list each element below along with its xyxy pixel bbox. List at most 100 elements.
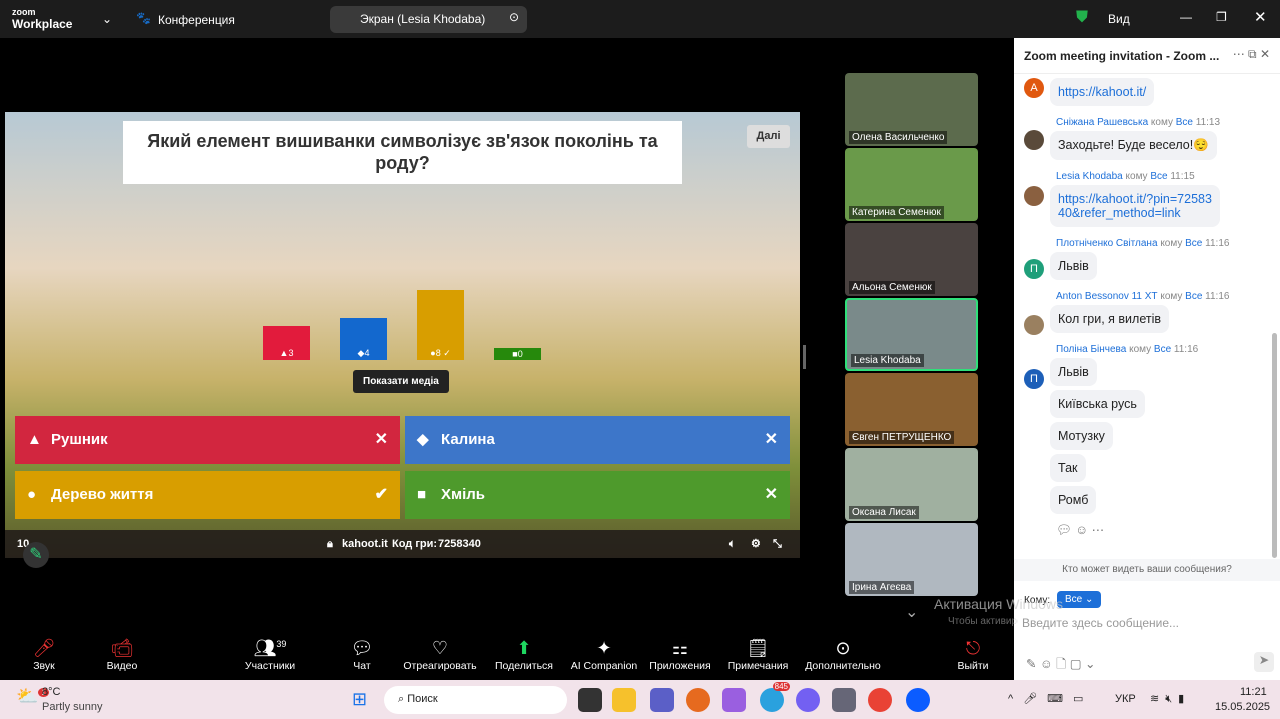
- copilot-icon[interactable]: [722, 688, 746, 712]
- windows-activation-watermark: Активация Windows: [934, 596, 1064, 612]
- gallery-scroll-down-icon[interactable]: ⌄: [905, 602, 918, 622]
- settings-icon[interactable]: [832, 688, 856, 712]
- wrong-icon: ✕: [374, 431, 388, 448]
- resize-handle[interactable]: [803, 345, 806, 369]
- chrome-icon[interactable]: [868, 688, 892, 712]
- message-meta: Lesia Khodaba кому Все 11:15: [1056, 171, 1195, 182]
- video-tile[interactable]: Ірина Агеєва: [845, 523, 978, 596]
- avatar: П: [1024, 369, 1044, 389]
- teams-icon[interactable]: [650, 688, 674, 712]
- view-button[interactable]: Вид: [1108, 12, 1130, 26]
- shield-icon[interactable]: ⛊: [1076, 9, 1088, 27]
- chat-scrollbar[interactable]: [1272, 333, 1277, 558]
- video-tile[interactable]: Олена Васильченко: [845, 73, 978, 146]
- send-button[interactable]: ➤: [1254, 652, 1274, 672]
- screen-share-label: Экран (Lesia Khodaba): [360, 12, 486, 26]
- recipient-select[interactable]: Все ⌄: [1057, 591, 1102, 608]
- language-indicator[interactable]: УКР: [1115, 693, 1136, 705]
- message-link[interactable]: https://kahoot.it/: [1058, 85, 1146, 99]
- clock-date[interactable]: 15.05.2025: [1215, 701, 1270, 713]
- zoom-logo[interactable]: zoom Workplace: [12, 6, 72, 30]
- next-button[interactable]: Далі: [747, 125, 790, 148]
- bar-diamond: ◆4: [340, 318, 387, 360]
- question-text: Який елемент вишиванки символізує зв'язо…: [123, 121, 682, 184]
- weather-text[interactable]: Partly sunny: [42, 701, 103, 713]
- message-meta: Сніжана Рашевська кому Все 11:13: [1056, 117, 1221, 128]
- zoom-icon[interactable]: [906, 688, 930, 712]
- video-tile[interactable]: Катерина Семенюк: [845, 148, 978, 221]
- close-icon[interactable]: ✕: [1254, 8, 1267, 26]
- avatar: A: [1024, 78, 1044, 98]
- more-icon[interactable]: ⊙: [509, 10, 519, 24]
- firefox-icon[interactable]: [686, 688, 710, 712]
- answer-square: ■ Хміль ✕: [405, 471, 790, 519]
- message: Львів: [1050, 358, 1097, 386]
- react-button[interactable]: ♡ Отреагировать: [400, 638, 480, 672]
- video-tile[interactable]: Оксана Лисак: [845, 448, 978, 521]
- settings-icon[interactable]: ⚙: [751, 530, 761, 558]
- network-volume-battery-icons[interactable]: ≋🔇︎▮: [1150, 692, 1190, 706]
- lock-icon: 🔒︎: [327, 538, 333, 550]
- app-icon[interactable]: [578, 688, 602, 712]
- explorer-icon[interactable]: [612, 688, 636, 712]
- leave-button[interactable]: ⎋ Выйти: [933, 638, 1013, 672]
- chat-header: Zoom meeting invitation - Zoom ... ⋯ ⧉ ✕: [1014, 38, 1280, 74]
- chevron-down-icon[interactable]: ⌄: [102, 12, 112, 26]
- answer-circle: ● Дерево життя ✔: [15, 471, 400, 519]
- message: Так: [1050, 454, 1086, 482]
- meeting-label[interactable]: Конференция: [158, 13, 235, 27]
- message-link[interactable]: https://kahoot.it/?pin=7258340&refer_met…: [1058, 192, 1212, 220]
- audio-button[interactable]: 🎤︎ Звук: [4, 638, 84, 672]
- message-actions[interactable]: 💬︎ ☺ ⋯: [1056, 522, 1270, 538]
- screen-share-pill[interactable]: Экран (Lesia Khodaba) ⊙: [330, 6, 527, 33]
- message-meta: Поліна Бінчева кому Все 11:16: [1056, 344, 1199, 355]
- kahoot-site: kahoot.it: [342, 538, 388, 550]
- who-sees-link[interactable]: Кто может видеть ваши сообщения?: [1014, 559, 1280, 581]
- message: Ромб: [1050, 486, 1097, 514]
- message: https://kahoot.it/: [1050, 78, 1155, 106]
- avatar: [1024, 186, 1044, 206]
- volume-icon[interactable]: 🔈︎: [729, 530, 736, 558]
- show-media-tooltip[interactable]: Показати медіа: [353, 370, 449, 393]
- paw-icon: 🐾: [136, 11, 151, 25]
- shared-screen-kahoot: Який елемент вишиванки символізує зв'язо…: [5, 112, 800, 568]
- search-box[interactable]: ⌕ Поиск: [384, 686, 567, 714]
- restore-icon[interactable]: ❐: [1216, 10, 1227, 24]
- message-list: A https://kahoot.it/ Сніжана Рашевська к…: [1014, 78, 1270, 538]
- avatar: [1024, 315, 1044, 335]
- answer-diamond: ◆ Калина ✕: [405, 416, 790, 464]
- chat-panel: Zoom meeting invitation - Zoom ... ⋯ ⧉ ✕ …: [934, 38, 1280, 680]
- video-tile-active[interactable]: Lesia Khodaba: [845, 298, 978, 371]
- zoom-title-bar: zoom Workplace ⌄ 🐾 Конференция Экран (Les…: [0, 0, 1280, 38]
- video-button[interactable]: 📹︎ Видео: [82, 638, 162, 672]
- start-icon[interactable]: ⊞: [352, 689, 367, 710]
- fullscreen-exit-icon[interactable]: ⤡: [773, 530, 782, 558]
- avatar: [1024, 130, 1044, 150]
- message: Заходьте! Буде весело!😌: [1050, 131, 1217, 160]
- video-tile[interactable]: Євген ПЕТРУЩЕНКО: [845, 373, 978, 446]
- participants-button[interactable]: 👥︎39 Участники: [230, 638, 310, 672]
- annotate-pen-icon[interactable]: ✎: [23, 542, 49, 568]
- message-input[interactable]: Введите здесь сообщение...: [1022, 616, 1272, 630]
- chat-button[interactable]: 💬︎ Чат: [322, 638, 402, 672]
- windows-taskbar: ⛅ 1 8°C Partly sunny ⊞ ⌕ Поиск 845 ^🎤︎⌨▭ …: [0, 680, 1280, 719]
- message: Львів: [1050, 252, 1097, 280]
- more-button[interactable]: ⊙ Дополнительно: [793, 638, 893, 672]
- game-code-label: Код гри:: [392, 538, 438, 550]
- compose-tools[interactable]: ✎ ☺ 🗋 ▢ ⌄: [1026, 655, 1095, 676]
- telegram-icon[interactable]: 845: [760, 682, 790, 712]
- video-tile[interactable]: Альона Семенюк: [845, 223, 978, 296]
- notes-button[interactable]: 🗒︎ Примечания: [718, 638, 798, 672]
- viber-icon[interactable]: [796, 688, 820, 712]
- share-button[interactable]: ⬆ Поделиться: [484, 638, 564, 672]
- correct-icon: ✔: [374, 486, 388, 503]
- tray-icons[interactable]: ^🎤︎⌨▭: [1008, 692, 1093, 705]
- windows-activation-hint: Чтобы активировать Windows, перейдите в …: [948, 616, 1018, 627]
- chat-header-actions[interactable]: ⋯ ⧉ ✕: [1233, 47, 1270, 62]
- temperature[interactable]: 8°C: [42, 686, 60, 698]
- apps-button[interactable]: ⚏ Приложения: [640, 638, 720, 672]
- ai-companion-button[interactable]: ✦ AI Companion: [564, 638, 644, 672]
- message: Кол гри, я вилетів: [1050, 305, 1170, 333]
- clock-time[interactable]: 11:21: [1240, 686, 1267, 698]
- minimize-icon[interactable]: —: [1180, 10, 1192, 24]
